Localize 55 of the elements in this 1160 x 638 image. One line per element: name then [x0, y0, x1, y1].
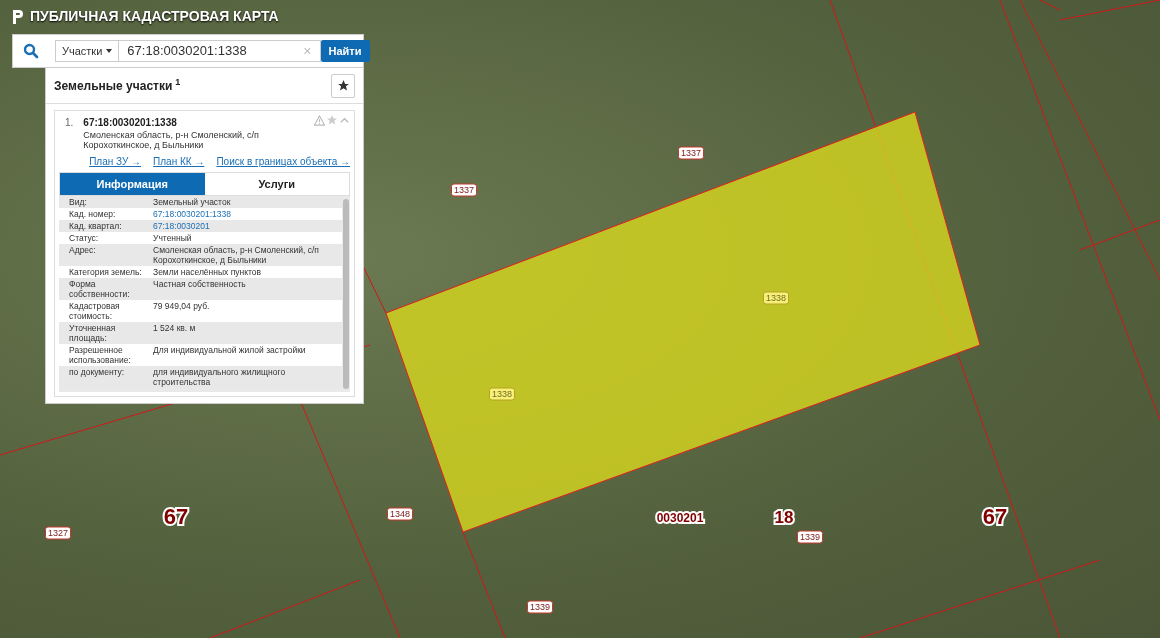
scrollbar[interactable]	[343, 199, 349, 389]
attribute-value: для индивидуального жилищного строительства	[153, 366, 287, 388]
map-label: 18	[774, 508, 794, 528]
attribute-label: Кад. номер:	[69, 208, 117, 220]
selected-parcel-polygon[interactable]	[385, 111, 981, 533]
search-field[interactable]: 67:18:0030201:1338 ×	[119, 40, 321, 62]
attribute-label: Форма собственности:	[69, 278, 131, 300]
attribute-label: Статус:	[69, 232, 100, 244]
result-index: 1.	[65, 116, 74, 130]
star-icon	[336, 79, 350, 92]
attribute-label: Уточненная площадь:	[69, 322, 117, 344]
map-label: 1348	[387, 507, 413, 521]
results-count: 1	[175, 77, 181, 87]
attribute-value: Земли населённых пунктов	[153, 266, 263, 278]
star-icon[interactable]	[326, 114, 338, 126]
attribute-label: Категория земель:	[69, 266, 143, 278]
attribute-value: Земельный участок	[153, 196, 232, 208]
attribute-value: Для индивидуальной жилой застройки	[153, 344, 307, 357]
plan-link[interactable]: Поиск в границах объекта →	[216, 154, 350, 169]
map-label: 1339	[527, 600, 553, 614]
attribute-label: Адрес:	[69, 244, 97, 257]
map-label: 1338	[763, 291, 789, 305]
result-address: Смоленская область, р-н Смоленский, с/п Корохоткинское, д Быльники	[83, 130, 260, 150]
attribute-value: 1 524 кв. м	[153, 322, 197, 335]
attribute-value: 79 949,04 руб.	[153, 300, 211, 313]
attribute-label: Кадастровая стоимость:	[69, 300, 121, 322]
attribute-label: по документу:	[69, 366, 126, 379]
attribute-label: Кад. квартал:	[69, 220, 123, 232]
attribute-value[interactable]: 67:18:0030201	[153, 220, 332, 232]
map-label: 1339	[797, 530, 823, 544]
map-label: 67	[163, 505, 189, 529]
results-title: Земельные участки $^{1}$	[54, 76, 181, 95]
logo-icon	[12, 8, 24, 25]
plan-link[interactable]: План КК →	[153, 154, 205, 169]
attribute-value: Смоленская область, р-н Смоленский, с/п Корохоткинское, д Быльники	[153, 244, 320, 266]
category-dropdown[interactable]: Участки	[55, 40, 120, 62]
attribute-value[interactable]: 67:18:0030201:1338	[153, 208, 332, 220]
attribute-value: Учтенный	[153, 232, 193, 244]
result-number[interactable]: 67:18:0030201:1338	[83, 115, 274, 130]
map-label: 1338	[489, 387, 515, 401]
attribute-value: Частная собственность	[153, 278, 247, 291]
map-label: 67	[982, 505, 1008, 529]
search-icon[interactable]	[23, 43, 39, 59]
app-title: ПУБЛИЧНАЯ КАДАСТРОВАЯ КАРТА	[30, 7, 279, 26]
attribute-label: Вид:	[69, 196, 88, 208]
favorite-button[interactable]	[331, 73, 355, 98]
attribute-label: Разрешенное использование:	[69, 344, 132, 366]
map-label: 1337	[678, 146, 704, 160]
find-button[interactable]: Найти	[320, 40, 370, 62]
panel-tab[interactable]: Информация	[60, 173, 205, 195]
map-label: 1327	[45, 526, 71, 540]
map-label: 0030201	[656, 511, 704, 525]
caret-icon	[106, 49, 113, 53]
plan-link[interactable]: План ЗУ →	[89, 154, 142, 169]
map-label: 1337	[451, 183, 477, 197]
